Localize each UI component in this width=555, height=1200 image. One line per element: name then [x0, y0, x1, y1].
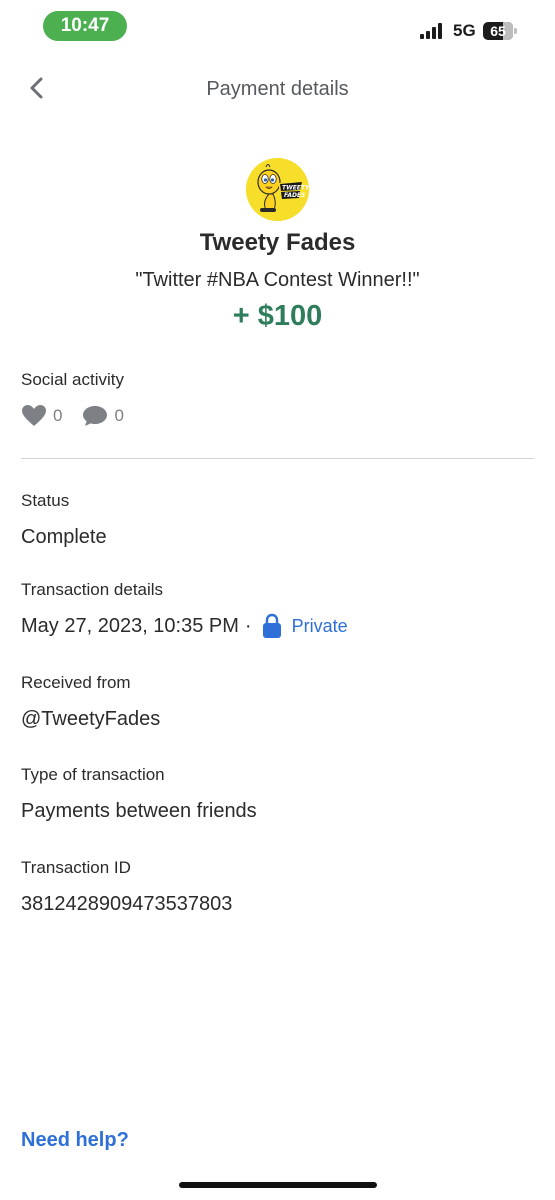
status-label: Status: [21, 491, 70, 510]
home-indicator[interactable]: [179, 1182, 377, 1188]
privacy-setting-link[interactable]: Private: [292, 613, 348, 639]
like-count: 0: [53, 406, 63, 425]
separator-dot: ·: [244, 615, 252, 637]
transaction-id-value: 3812428909473537803: [21, 893, 233, 915]
comment-count: 0: [114, 406, 124, 425]
avatar: TWEETY FADES: [246, 158, 309, 221]
transaction-date: May 27, 2023, 10:35 PM: [21, 615, 239, 637]
transaction-details-row: May 27, 2023, 10:35 PM · Private: [21, 613, 534, 639]
svg-text:TWEETY: TWEETY: [282, 185, 309, 192]
transaction-type-label: Type of transaction: [21, 765, 165, 784]
network-type-label: 5G: [453, 21, 476, 40]
status-section: Status Complete: [21, 490, 534, 550]
need-help-link[interactable]: Need help?: [21, 1129, 129, 1152]
status-value: Complete: [21, 526, 107, 548]
status-bar: 10:47 5G 65: [0, 0, 555, 56]
cellular-signal-icon: [420, 23, 442, 39]
comment-icon[interactable]: [82, 404, 108, 428]
battery-percent: 65: [490, 23, 506, 39]
battery-icon: 65: [483, 22, 517, 40]
received-from-label: Received from: [21, 673, 131, 692]
payment-amount: + $100: [232, 300, 323, 332]
tweety-logo-icon: TWEETY FADES: [246, 158, 309, 221]
transaction-id-section: Transaction ID 3812428909473537803: [21, 857, 534, 917]
received-from-section: Received from @TweetyFades: [21, 672, 534, 732]
divider: [21, 458, 534, 459]
heart-icon[interactable]: [21, 404, 47, 428]
transaction-details-label: Transaction details: [21, 580, 164, 599]
counterparty-name: Tweety Fades: [199, 229, 356, 256]
social-activity-row: 0 0: [21, 402, 144, 430]
status-time: 10:47: [43, 11, 127, 41]
received-from-value[interactable]: @TweetyFades: [21, 706, 534, 732]
transaction-id-label: Transaction ID: [21, 858, 131, 877]
lock-icon[interactable]: [262, 613, 282, 639]
social-activity-label: Social activity: [21, 370, 124, 389]
svg-text:FADES: FADES: [284, 192, 305, 199]
transaction-details-section: Transaction details May 27, 2023, 10:35 …: [21, 579, 534, 639]
transaction-type-section: Type of transaction Payments between fri…: [21, 764, 534, 824]
transaction-type-value: Payments between friends: [21, 800, 257, 822]
payment-note: "Twitter #NBA Contest Winner!!": [135, 269, 420, 291]
page-title: Payment details: [206, 78, 349, 100]
